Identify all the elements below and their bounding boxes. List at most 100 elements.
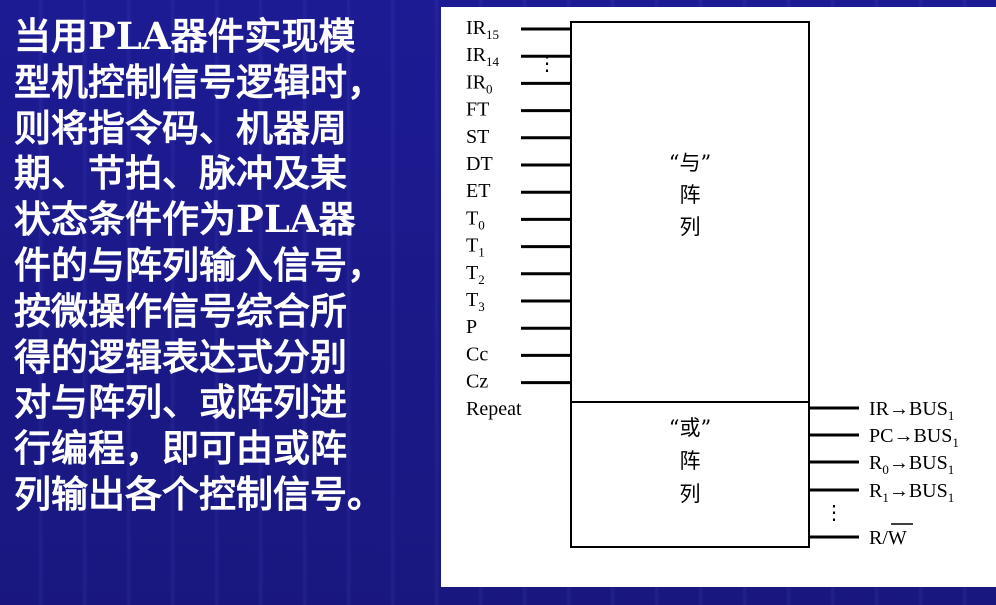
description-line: 对与阵列、或阵列进 [14, 380, 347, 425]
output-label: R1→BUS1 [869, 480, 954, 505]
description-line: 件的与阵列输入信号， [14, 242, 384, 287]
output-signal: IR→BUS1 [809, 398, 954, 423]
or-array-label: “或” [669, 416, 711, 440]
input-label-main: T [466, 235, 478, 257]
input-label: Cc [466, 343, 488, 365]
input-label: T3 [466, 289, 485, 314]
output-label-post: BUS [909, 452, 948, 474]
input-label-main: IR [466, 17, 487, 39]
input-signal: T2 [466, 262, 571, 287]
pla-diagram-panel: “与” 阵 列 “或” 阵 列 ⋮ ⋮ IR15 IR14 IR0 FT ST DT ET T… [441, 7, 996, 587]
input-label-main: Cz [466, 371, 488, 393]
input-label: T1 [466, 235, 485, 260]
description-line: 按微操作信号综合所 [14, 288, 347, 333]
description-line: 则将指令码、机器周 [14, 105, 347, 150]
input-signal: T1 [466, 235, 571, 260]
output-label-post-sub: 1 [948, 408, 955, 423]
description-line: 期、节拍、脉冲及某 [14, 151, 347, 196]
input-signal: ST [466, 126, 571, 148]
output-label-post: BUS [913, 425, 952, 447]
and-array-label: “与” [669, 151, 711, 175]
description-line: 状态条件作为PLA器 [14, 197, 356, 242]
input-signal: P [466, 316, 571, 338]
output-label-post: BUS [909, 480, 948, 502]
input-label: IR0 [466, 71, 493, 96]
output-label-arrow: → [889, 452, 909, 474]
description-text: 当用PLA器件实现模 型机控制信号逻辑时， 则将指令码、机器周 期、节拍、脉冲及… [14, 14, 434, 518]
description-line: 型机控制信号逻辑时， [14, 59, 384, 104]
input-label: P [466, 316, 477, 338]
input-label-sub: 1 [478, 245, 485, 260]
input-label-main: DT [466, 153, 493, 175]
input-label-sub: 3 [478, 299, 485, 314]
input-label-main: ET [466, 180, 490, 202]
output-label-rw-overbar: W [888, 527, 907, 549]
output-label-post-sub: 1 [952, 435, 959, 450]
input-label-main: T [466, 207, 478, 229]
input-label-main: P [466, 316, 477, 338]
output-label-post-sub: 1 [948, 490, 955, 505]
output-label-rw-pre: R/ [869, 527, 888, 549]
input-label-sub: 15 [486, 27, 499, 42]
input-label-main: T [466, 262, 478, 284]
pla-diagram: “与” 阵 列 “或” 阵 列 ⋮ ⋮ IR15IR14IR0FTSTDTETT… [466, 17, 959, 549]
output-signal: R0→BUS1 [809, 452, 954, 477]
output-label-pre: IR [869, 398, 890, 420]
input-label: IR14 [466, 44, 500, 69]
output-label: R0→BUS1 [869, 452, 954, 477]
input-label: ST [466, 126, 489, 148]
input-label-main: Repeat [466, 398, 522, 420]
input-label-sub: 2 [478, 272, 485, 287]
input-label-main: Cc [466, 343, 488, 365]
output-signal-rw: R/W [809, 523, 913, 549]
description-line: 列输出各个控制信号。 [14, 471, 384, 516]
output-label-arrow: → [889, 398, 909, 420]
input-signal: IR0 [466, 71, 571, 96]
and-array-box [570, 21, 810, 403]
input-signal: DT [466, 153, 571, 175]
output-label-pre: R [869, 452, 883, 474]
input-label-main: ST [466, 126, 489, 148]
input-signal: Cz [466, 371, 571, 393]
output-label: PC→BUS1 [869, 425, 959, 450]
output-label: IR→BUS1 [869, 398, 954, 423]
output-signal: PC→BUS1 [809, 425, 959, 450]
output-label-pre: R [869, 480, 883, 502]
output-label-pre: PC [869, 425, 893, 447]
input-label: Cz [466, 371, 488, 393]
output-signals: IR→BUS1PC→BUS1R0→BUS1R1→BUS1R/W [809, 398, 959, 549]
output-label-post-sub: 1 [948, 462, 955, 477]
description-line: 行编程，即可由或阵 [14, 426, 347, 471]
input-label-sub: 0 [478, 217, 485, 232]
input-label: T0 [466, 207, 485, 232]
input-label-main: T [466, 289, 478, 311]
input-label-main: IR [466, 44, 487, 66]
input-signal: ET [466, 180, 571, 202]
output-label-arrow: → [889, 480, 909, 502]
output-label-rw: R/W [869, 527, 907, 549]
input-signal: Cc [466, 343, 571, 365]
input-signal: Repeat [466, 398, 522, 420]
input-signals: IR15IR14IR0FTSTDTETT0T1T2T3PCcCzRepeat [466, 17, 571, 420]
and-array-label-line2: 阵 [680, 183, 701, 207]
output-label-post: BUS [909, 398, 948, 420]
input-label-sub: 14 [486, 54, 500, 69]
input-label: Repeat [466, 398, 522, 420]
input-label-main: IR [466, 71, 487, 93]
and-array-label-line3: 列 [680, 215, 701, 239]
input-label-sub: 0 [486, 81, 493, 96]
input-label: T2 [466, 262, 485, 287]
input-signal: T3 [466, 289, 571, 314]
input-label-main: FT [466, 99, 489, 121]
input-signal: FT [466, 99, 571, 121]
input-label: ET [466, 180, 490, 202]
or-array-label-line3: 列 [680, 482, 701, 506]
output-label-arrow: → [893, 425, 913, 447]
description-line: 得的逻辑表达式分别 [14, 334, 347, 379]
input-signal: T0 [466, 207, 571, 232]
description-line: 当用PLA器件实现模 [14, 14, 356, 58]
output-ellipsis: ⋮ [824, 502, 844, 524]
or-array-label-line2: 阵 [680, 449, 701, 473]
input-label: DT [466, 153, 493, 175]
input-label: IR15 [466, 17, 499, 42]
